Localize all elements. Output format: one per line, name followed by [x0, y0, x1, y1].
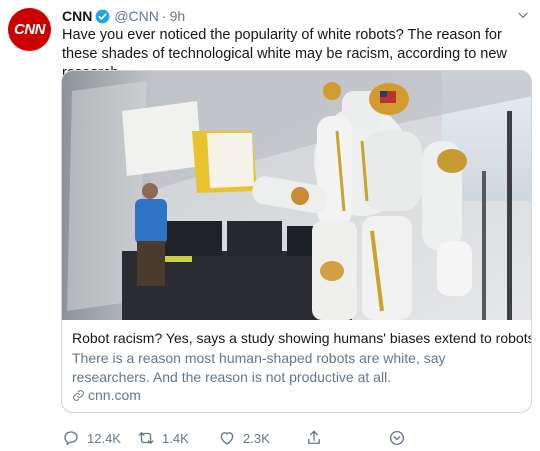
reply-count: 12.4K: [87, 430, 121, 446]
tweet[interactable]: CNN CNN @CNN · 9h Have you ever noticed …: [0, 0, 540, 451]
reply-button[interactable]: 12.4K: [62, 429, 121, 447]
retweet-count: 1.4K: [162, 430, 189, 446]
separator-dot: ·: [161, 8, 167, 24]
verified-badge-icon: [95, 9, 110, 23]
author-name[interactable]: CNN: [62, 8, 92, 24]
tweet-actions: 12.4K 1.4K 2.3K: [62, 428, 422, 448]
share-button[interactable]: [305, 429, 330, 447]
reply-icon: [64, 431, 78, 446]
avatar[interactable]: CNN: [8, 8, 51, 51]
share-icon: [308, 430, 320, 444]
chevron-down-icon[interactable]: [516, 8, 530, 22]
robot-photo: [62, 71, 531, 320]
author-handle[interactable]: @CNN: [114, 8, 159, 24]
like-button[interactable]: 2.3K: [218, 429, 270, 447]
tweet-header: CNN @CNN · 9h: [62, 8, 185, 24]
retweet-button[interactable]: 1.4K: [137, 429, 189, 447]
link-icon: [73, 389, 84, 401]
retweet-icon: [138, 432, 154, 444]
like-count: 2.3K: [243, 430, 270, 446]
card-image[interactable]: [62, 71, 531, 320]
card-domain[interactable]: cnn.com: [72, 387, 141, 403]
bookmark-button[interactable]: [388, 429, 413, 447]
link-card[interactable]: Robot racism? Yes, says a study showing …: [61, 70, 532, 413]
card-title[interactable]: Robot racism? Yes, says a study showing …: [72, 329, 531, 347]
card-domain-text: cnn.com: [88, 387, 141, 403]
bookmark-icon: [389, 430, 405, 446]
card-description: There is a reason most human-shaped robo…: [72, 350, 446, 385]
heart-icon: [220, 432, 234, 445]
avatar-logo-text: CNN: [14, 21, 46, 38]
tweet-time[interactable]: 9h: [170, 8, 186, 24]
